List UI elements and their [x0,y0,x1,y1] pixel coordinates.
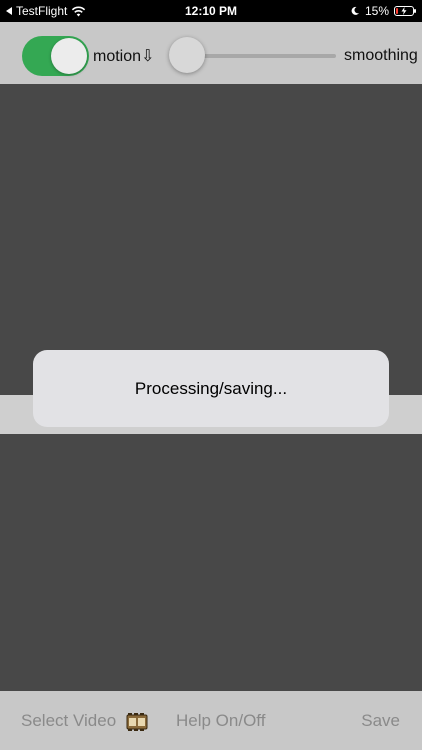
toggle-knob [51,38,87,74]
top-toolbar: motion⇩ smoothing [0,22,422,84]
moon-icon [351,6,359,15]
save-button[interactable]: Save [361,711,400,731]
smoothing-slider-thumb[interactable] [169,37,205,73]
smoothing-label: smoothing [344,47,418,64]
select-video-button[interactable]: Select Video [21,711,116,731]
motion-label: motion⇩ [93,48,155,65]
status-bar: TestFlight 12:10 PM 15% [0,0,422,22]
battery-level-fill [396,8,398,14]
battery-icon [394,6,416,16]
film-reel-icon[interactable] [126,712,148,732]
battery-percent: 15% [364,4,389,18]
charging-bolt-icon [401,7,407,15]
bottom-toolbar: Select Video Help On/Off Save [0,691,422,750]
processing-dialog: Processing/saving... [33,350,389,427]
motion-toggle[interactable] [22,36,89,76]
help-toggle-button[interactable]: Help On/Off [176,711,265,731]
processing-message: Processing/saving... [134,378,288,398]
